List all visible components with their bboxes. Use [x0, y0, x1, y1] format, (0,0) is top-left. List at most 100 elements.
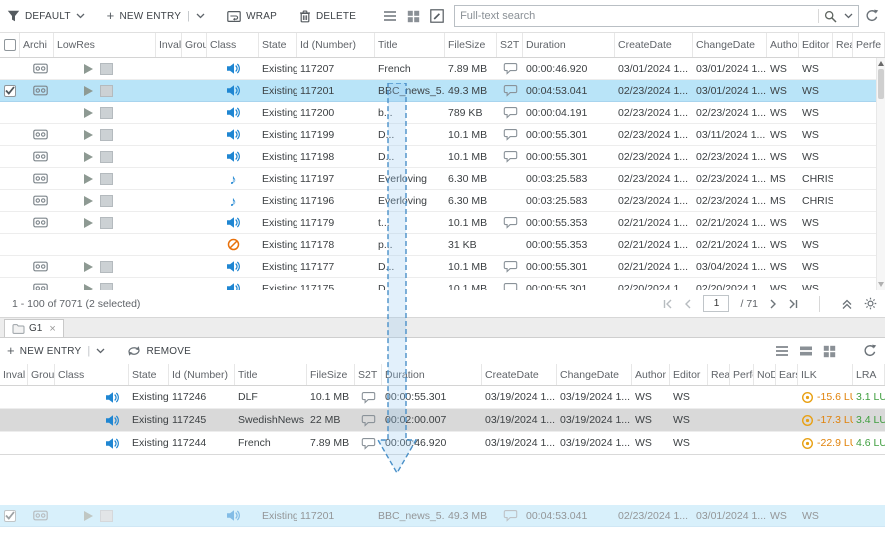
refresh-icon[interactable] [863, 344, 877, 358]
lowres-thumbnail[interactable] [100, 261, 113, 273]
result-table-row[interactable]: Existing117179t...10.1 MB00:00:55.35302/… [0, 212, 885, 234]
scrollbar-thumb[interactable] [878, 69, 884, 99]
last-page-button[interactable] [788, 299, 798, 309]
row-checkbox[interactable] [4, 85, 16, 97]
play-button[interactable] [84, 130, 93, 140]
play-button[interactable] [84, 152, 93, 162]
filter-default-button[interactable]: DEFAULT [7, 10, 85, 22]
column-header-lowres[interactable]: LowRes [54, 33, 156, 57]
group-table-row[interactable]: Existing117245SwedishNews22 MB00:02:00.0… [0, 409, 885, 432]
lowres-thumbnail[interactable] [100, 107, 113, 119]
select-all-checkbox[interactable] [4, 39, 16, 51]
column-header-read[interactable]: Read [708, 364, 730, 385]
list-view-icon[interactable] [775, 345, 789, 357]
column-header-perfe[interactable]: Perfe [730, 364, 754, 385]
column-header-title[interactable]: Title [235, 364, 307, 385]
list-view-icon[interactable] [383, 10, 397, 22]
column-header-lra[interactable]: LRA [853, 364, 885, 385]
column-header-grou[interactable]: Grou [182, 33, 207, 57]
play-button[interactable] [84, 262, 93, 272]
play-button[interactable] [84, 108, 93, 118]
column-header-changedate[interactable]: ChangeDate [557, 364, 632, 385]
column-header-duration[interactable]: Duration [523, 33, 615, 57]
result-table-row[interactable]: Existing117198D...10.1 MB00:00:55.30102/… [0, 146, 885, 168]
result-table-row[interactable]: Existing117177D...10.1 MB00:00:55.30102/… [0, 256, 885, 278]
column-header-createdate[interactable]: CreateDate [482, 364, 557, 385]
refresh-icon[interactable] [865, 9, 879, 23]
column-header-class[interactable]: Class [55, 364, 129, 385]
page-number-input[interactable] [703, 295, 729, 312]
scroll-down-arrow[interactable] [878, 282, 884, 287]
result-table-row[interactable]: Existing117199D...10.1 MB00:00:55.30102/… [0, 124, 885, 146]
result-table-row[interactable]: Existing117200b...789 KB00:00:04.19102/2… [0, 102, 885, 124]
rows-view-icon[interactable] [799, 345, 813, 357]
column-header-editor[interactable]: Editor [799, 33, 833, 57]
play-button[interactable] [84, 86, 93, 96]
group-table-row[interactable]: Existing117244French7.89 MB00:00:46.9200… [0, 432, 885, 455]
search-input[interactable] [460, 10, 813, 22]
vertical-scrollbar[interactable] [876, 58, 885, 290]
grid-view-icon[interactable] [823, 345, 836, 358]
settings-gear-icon[interactable] [864, 297, 877, 310]
column-header-state[interactable]: State [129, 364, 169, 385]
play-button[interactable] [84, 64, 93, 74]
play-button[interactable] [84, 196, 93, 206]
result-table-row[interactable]: Existing117201BBC_news_5..49.3 MB00:04:5… [0, 80, 885, 102]
column-header-filesize[interactable]: FileSize [307, 364, 355, 385]
first-page-button[interactable] [663, 299, 673, 309]
column-header-createdate[interactable]: CreateDate [615, 33, 693, 57]
column-header-grou[interactable]: Grou [28, 364, 55, 385]
column-header-nodi[interactable]: NoDi [754, 364, 776, 385]
column-header-ilk[interactable]: ILK [798, 364, 853, 385]
search-icon[interactable] [824, 10, 837, 23]
lowres-thumbnail[interactable] [100, 283, 113, 291]
column-header-state[interactable]: State [259, 33, 297, 57]
lowres-thumbnail[interactable] [100, 129, 113, 141]
search-options-chevron-icon[interactable] [844, 13, 853, 19]
column-header-duration[interactable]: Duration [382, 364, 482, 385]
column-header-filesize[interactable]: FileSize [445, 33, 497, 57]
column-header-archi[interactable]: Archi [20, 33, 54, 57]
edit-search-filter-icon[interactable] [430, 9, 444, 23]
play-button[interactable] [84, 218, 93, 228]
remove-button[interactable]: REMOVE [127, 345, 191, 357]
column-header-inval[interactable]: Inval [156, 33, 182, 57]
new-entry-button[interactable]: + NEW ENTRY | [107, 10, 205, 22]
previous-page-button[interactable] [684, 299, 692, 309]
group-table-row[interactable]: Existing117246DLF10.1 MB00:00:55.30103/1… [0, 386, 885, 409]
column-header-author[interactable]: Author [767, 33, 799, 57]
lowres-thumbnail[interactable] [100, 151, 113, 163]
result-table-row[interactable]: Existing117207French7.89 MB00:00:46.9200… [0, 58, 885, 80]
column-header-changedate[interactable]: ChangeDate [693, 33, 767, 57]
column-header-author[interactable]: Author [632, 364, 670, 385]
delete-button[interactable]: DELETE [299, 10, 356, 23]
column-header-editor[interactable]: Editor [670, 364, 708, 385]
column-header-s2t[interactable]: S2T [355, 364, 382, 385]
play-button[interactable] [84, 174, 93, 184]
result-table-row[interactable]: Existing117178p...31 KB00:00:55.35302/21… [0, 234, 885, 256]
lowres-thumbnail[interactable] [100, 217, 113, 229]
tab-g1[interactable]: G1 × [4, 319, 64, 337]
column-header-s2t[interactable]: S2T [497, 33, 523, 57]
lowres-thumbnail[interactable] [100, 85, 113, 97]
scroll-up-arrow[interactable] [878, 61, 884, 66]
column-header-id[interactable]: Id (Number) [169, 364, 235, 385]
wrap-button[interactable]: WRAP [227, 10, 277, 23]
collapse-panel-icon[interactable] [841, 298, 853, 310]
lowres-thumbnail[interactable] [100, 63, 113, 75]
group-new-entry-button[interactable]: + NEW ENTRY | [7, 345, 105, 357]
column-header-perfe[interactable]: Perfe [853, 33, 885, 57]
next-page-button[interactable] [769, 299, 777, 309]
result-table-row[interactable]: ♪Existing117196Everloving6.30 MB00:03:25… [0, 190, 885, 212]
column-header-title[interactable]: Title [375, 33, 445, 57]
column-header-class[interactable]: Class [207, 33, 259, 57]
lowres-thumbnail[interactable] [100, 173, 113, 185]
grid-view-icon[interactable] [407, 10, 420, 23]
column-header-ears[interactable]: Ears [776, 364, 798, 385]
lowres-thumbnail[interactable] [100, 195, 113, 207]
result-table-row[interactable]: Existing117175D...10.1 MB00:00:55.30102/… [0, 278, 885, 290]
column-header-inval[interactable]: Inval [0, 364, 28, 385]
column-header-read[interactable]: Read [833, 33, 853, 57]
close-tab-icon[interactable]: × [49, 323, 55, 335]
column-header-id[interactable]: Id (Number) [297, 33, 375, 57]
